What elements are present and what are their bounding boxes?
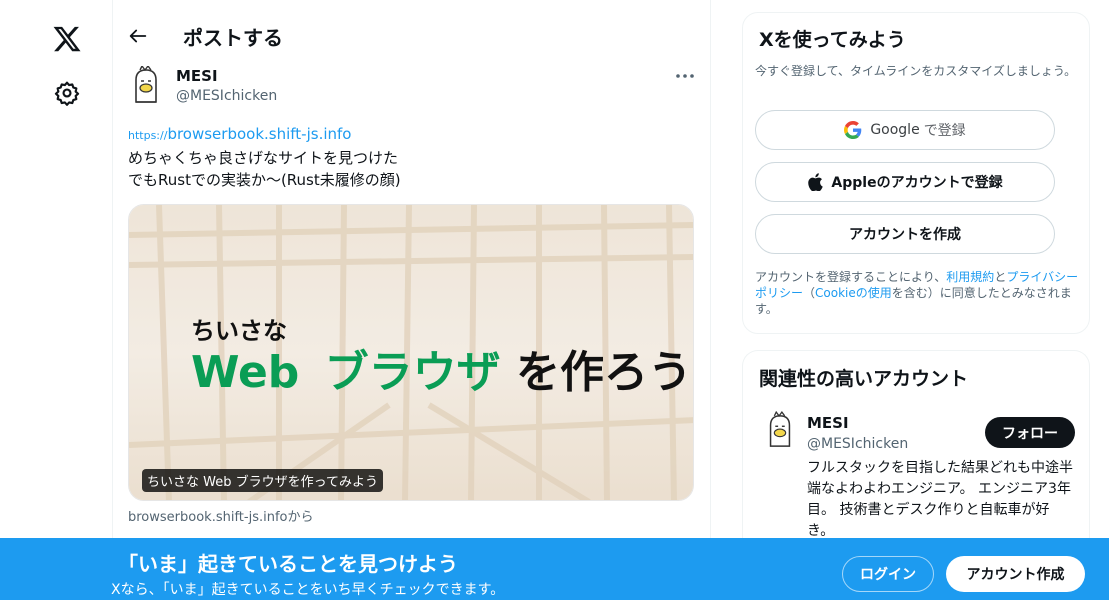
card-domain[interactable]: browserbook.shift-js.infoから [128, 506, 314, 525]
terms-link[interactable]: 利用規約 [946, 270, 994, 284]
post-text-line: めちゃくちゃ良さげなサイトを見つけた [128, 149, 399, 167]
related-name[interactable]: MESI [807, 414, 849, 432]
signup-banner: 「いま」起きていることを見つけよう Xなら、「いま」起きていることをいち早くチェ… [0, 538, 1109, 600]
legal-text-3: （ [803, 286, 816, 300]
card-headline-rest: を作ろう [516, 347, 692, 398]
page-header: ポストする [113, 0, 711, 56]
card-image: ちいさな Web ブラウザ を作ろう [129, 205, 693, 500]
google-signup-button[interactable]: Google で登録 [755, 110, 1055, 150]
author-name[interactable]: MESI [176, 67, 218, 85]
x-logo-icon[interactable] [52, 24, 82, 54]
link-card[interactable]: ちいさな Web ブラウザ を作ろう ちいさな Web ブラウザを作ってみよう [128, 204, 694, 501]
card-headline-small: ちいさな [191, 317, 287, 345]
legal-text-2: と [994, 270, 1007, 284]
link-protocol: https:// [128, 129, 168, 142]
arrow-left-icon[interactable] [127, 25, 149, 47]
card-caption: ちいさな Web ブラウザを作ってみよう [142, 469, 383, 492]
link-host: browserbook.shift-js.info [167, 125, 352, 143]
svg-text:Web ブラウザ を作ろう: Web ブラウザ を作ろう [191, 347, 692, 398]
author-handle[interactable]: @MESIchicken [176, 88, 277, 104]
post-text-line: でもRustでの実装か〜(Rust未履修の顔) [128, 171, 401, 189]
author-avatar[interactable] [128, 66, 164, 106]
follow-button[interactable]: フォロー [985, 417, 1075, 448]
related-title: 関連性の高いアカウント [759, 368, 969, 390]
card-headline-browser: ブラウザ [325, 347, 501, 398]
related-bio: フルスタックを目指した結果どれも中途半端なよわよわエンジニア。 エンジニア3年目… [807, 460, 1073, 539]
post-link[interactable]: https://browserbook.shift-js.info [128, 125, 351, 143]
left-nav [0, 0, 113, 600]
google-suffix: で登録 [923, 123, 966, 139]
cookie-link[interactable]: Cookieの使用 [815, 286, 892, 300]
create-account-button[interactable]: アカウントを作成 [755, 214, 1055, 254]
signup-button[interactable]: アカウント作成 [946, 556, 1085, 592]
apple-icon [808, 173, 824, 191]
apple-label: Appleのアカウントで登録 [831, 175, 1003, 191]
create-account-label: アカウントを作成 [849, 227, 961, 243]
banner-subtitle: Xなら、「いま」起きていることをいち早くチェックできます。 [111, 582, 505, 598]
more-options-icon[interactable] [673, 66, 697, 86]
legal-text: アカウントを登録することにより、利用規約とプライバシーポリシー（Cookieの使… [755, 269, 1085, 317]
gear-icon[interactable] [54, 80, 80, 106]
signup-title: Xを使ってみよう [759, 29, 906, 51]
page-title: ポストする [183, 26, 283, 50]
signup-panel: Xを使ってみよう 今すぐ登録して、タイムラインをカスタマイズしましょう。 Goo… [742, 12, 1090, 334]
main-column: ポストする MESI @MESIchicken https://browserb… [113, 0, 711, 600]
apple-signup-button[interactable]: Appleのアカウントで登録 [755, 162, 1055, 202]
login-button[interactable]: ログイン [842, 556, 934, 592]
related-handle[interactable]: @MESIchicken [807, 436, 908, 452]
google-icon [844, 121, 862, 139]
related-avatar[interactable] [763, 411, 797, 451]
google-label: Google [870, 122, 920, 138]
banner-title: 「いま」起きていることを見つけよう [118, 552, 458, 576]
card-headline-web: Web [191, 347, 299, 398]
signup-subtitle: 今すぐ登録して、タイムラインをカスタマイズしましょう。 [755, 64, 1077, 78]
post-text: https://browserbook.shift-js.info めちゃくちゃ… [128, 123, 688, 191]
legal-text-1: アカウントを登録することにより、 [755, 270, 947, 284]
